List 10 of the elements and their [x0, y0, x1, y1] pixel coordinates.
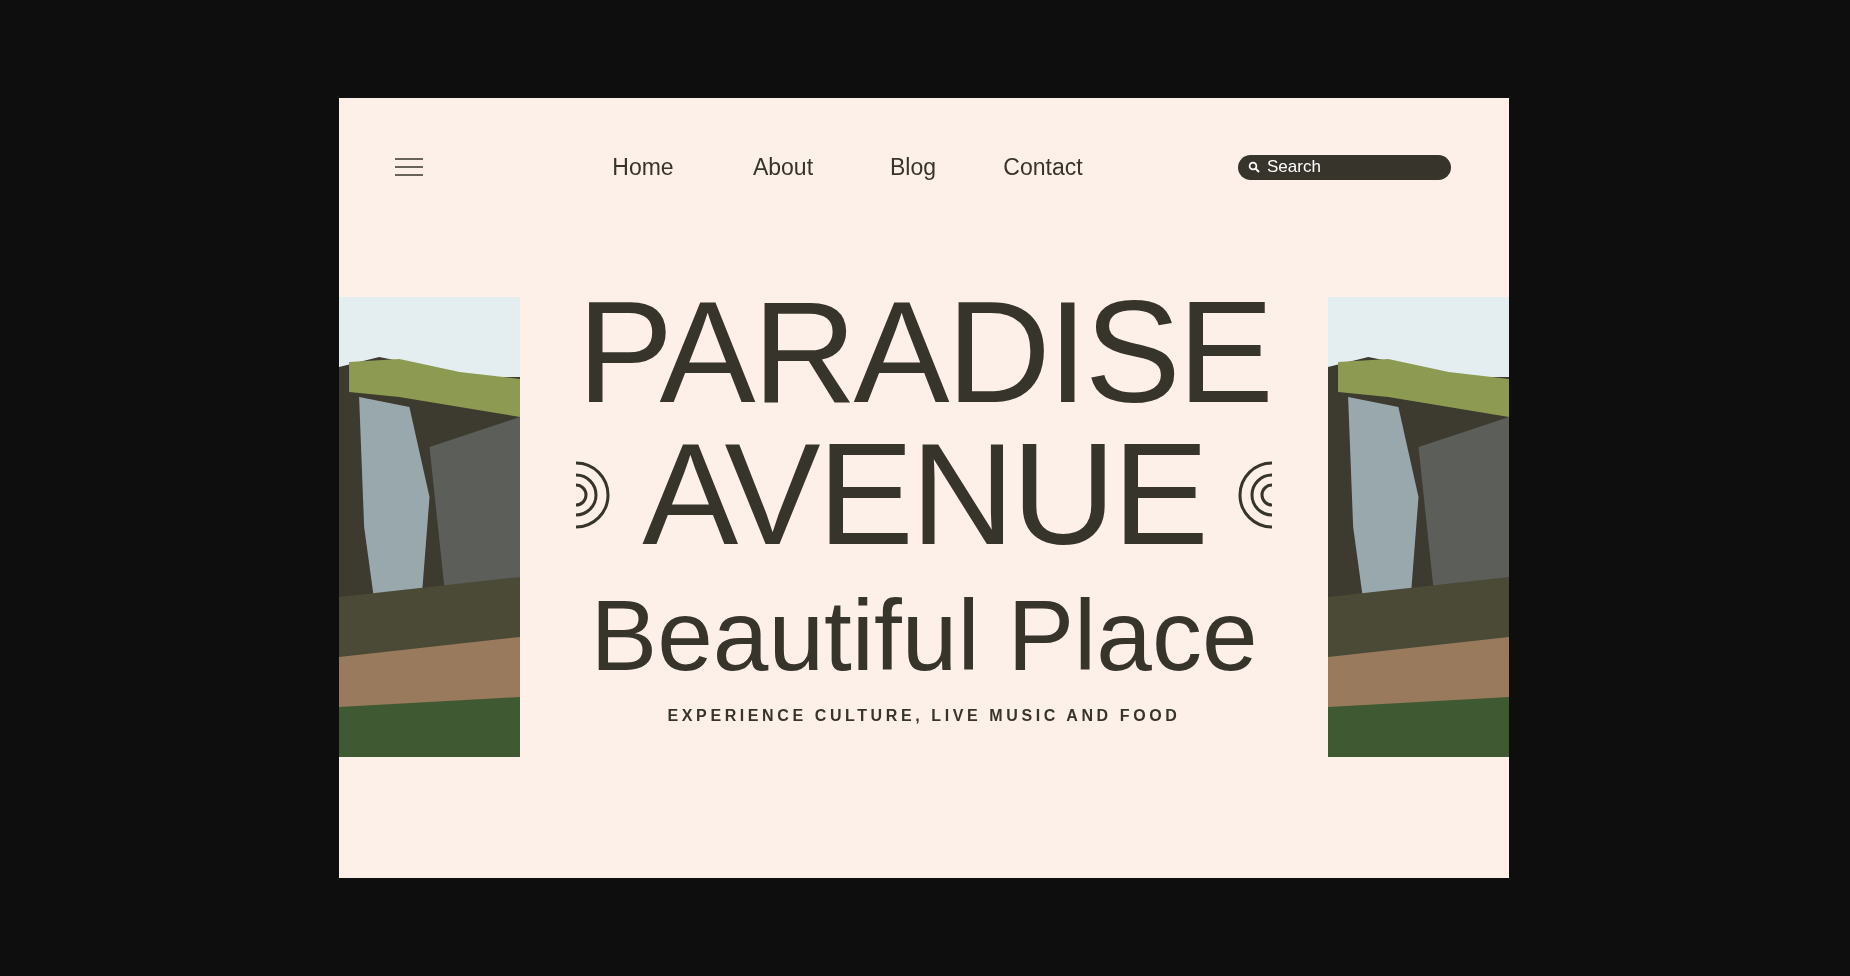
- search-field[interactable]: Search: [1238, 154, 1451, 180]
- nav-link[interactable]: Home: [573, 153, 713, 181]
- nav-link[interactable]: About: [713, 153, 853, 181]
- tagline: EXPERIENCE CULTURE, LIVE MUSIC AND FOOD: [667, 707, 1181, 725]
- hero-title: AVENUE: [642, 439, 1206, 551]
- nav-link[interactable]: Contact: [973, 153, 1113, 181]
- hero-subtitle: Beautiful Place: [590, 587, 1258, 683]
- menu-icon[interactable]: [395, 158, 423, 176]
- hero-title: PARADISE: [577, 297, 1271, 409]
- nav-link[interactable]: Blog: [853, 153, 973, 181]
